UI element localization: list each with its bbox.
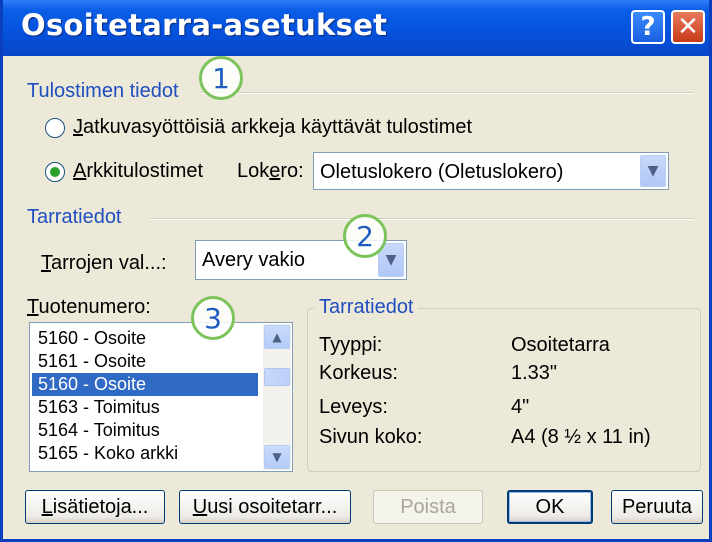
cancel-button[interactable]: Peruuta [611,490,703,524]
close-icon: ✕ [677,12,699,42]
tray-label: Lokero: [237,160,304,182]
label-details-group-label: Tarratiedot [315,296,418,319]
label-options-dialog: Osoitetarra-asetukset ? ✕ Tulostimen tie… [0,0,712,542]
help-button[interactable]: ? [631,10,665,44]
tray-select-value: Oletuslokero (Oletuslokero) [320,161,564,183]
product-number-list[interactable]: 5160 - Osoite 5161 - Osoite 5160 - Osoit… [29,322,293,472]
group-divider [149,218,693,220]
page-size-label: Sivun koko: [319,426,423,448]
details-button[interactable]: Lisätietoja... [25,490,165,524]
help-icon: ? [640,12,656,42]
close-button[interactable]: ✕ [671,10,705,44]
chevron-down-icon[interactable]: ▼ [640,155,666,187]
access-key: J [73,116,83,138]
label-info-group-label: Tarratiedot [27,206,122,228]
list-item[interactable]: 5161 - Osoite [32,350,258,373]
callout-3: 3 [191,296,235,340]
ok-button[interactable]: OK [507,490,593,524]
callout-1: 1 [199,56,243,100]
continuous-feed-label[interactable]: Jatkuvasyöttöisiä arkkeja käyttävät tulo… [73,116,472,139]
continuous-feed-radio[interactable] [45,118,65,138]
scroll-thumb[interactable] [264,368,290,386]
scroll-up-icon[interactable]: ▲ [264,325,290,349]
height-value: 1.33" [511,362,558,384]
scroll-down-icon[interactable]: ▼ [264,445,290,469]
list-item[interactable]: 5165 - Koko arkki [32,442,258,465]
list-item[interactable]: 5164 - Toimitus [32,419,258,442]
printer-info-group-label: Tulostimen tiedot [27,80,179,102]
tray-select[interactable]: Oletuslokero (Oletuslokero) ▼ [313,152,669,190]
width-value: 4" [511,396,530,418]
type-value: Osoitetarra [511,334,610,356]
delete-button: Poista [373,490,483,524]
page-printers-radio[interactable] [45,162,65,182]
continuous-feed-text: atkuvasyöttöisiä arkkeja käyttävät tulos… [83,116,473,138]
list-item[interactable]: 5163 - Toimitus [32,396,258,419]
list-item-selected[interactable]: 5160 - Osoite [32,373,258,396]
dialog-title: Osoitetarra-asetukset [21,8,388,42]
width-label: Leveys: [319,396,388,418]
page-size-value: A4 (8 ½ x 11 in) [511,426,651,448]
callout-2: 2 [343,214,387,258]
label-vendor-label: Tarrojen val...: [41,252,167,274]
page-printers-label[interactable]: Arkkitulostimet [73,160,203,183]
type-label: Tyyppi: [319,334,383,356]
group-divider [199,92,693,94]
label-vendor-value: Avery vakio [202,249,306,271]
height-label: Korkeus: [319,362,398,384]
new-label-button[interactable]: Uusi osoitetarr... [179,490,351,524]
title-bar[interactable]: Osoitetarra-asetukset ? ✕ [3,0,709,56]
product-number-label: Tuotenumero: [27,296,151,318]
list-scrollbar[interactable]: ▲ ▼ [263,324,291,470]
